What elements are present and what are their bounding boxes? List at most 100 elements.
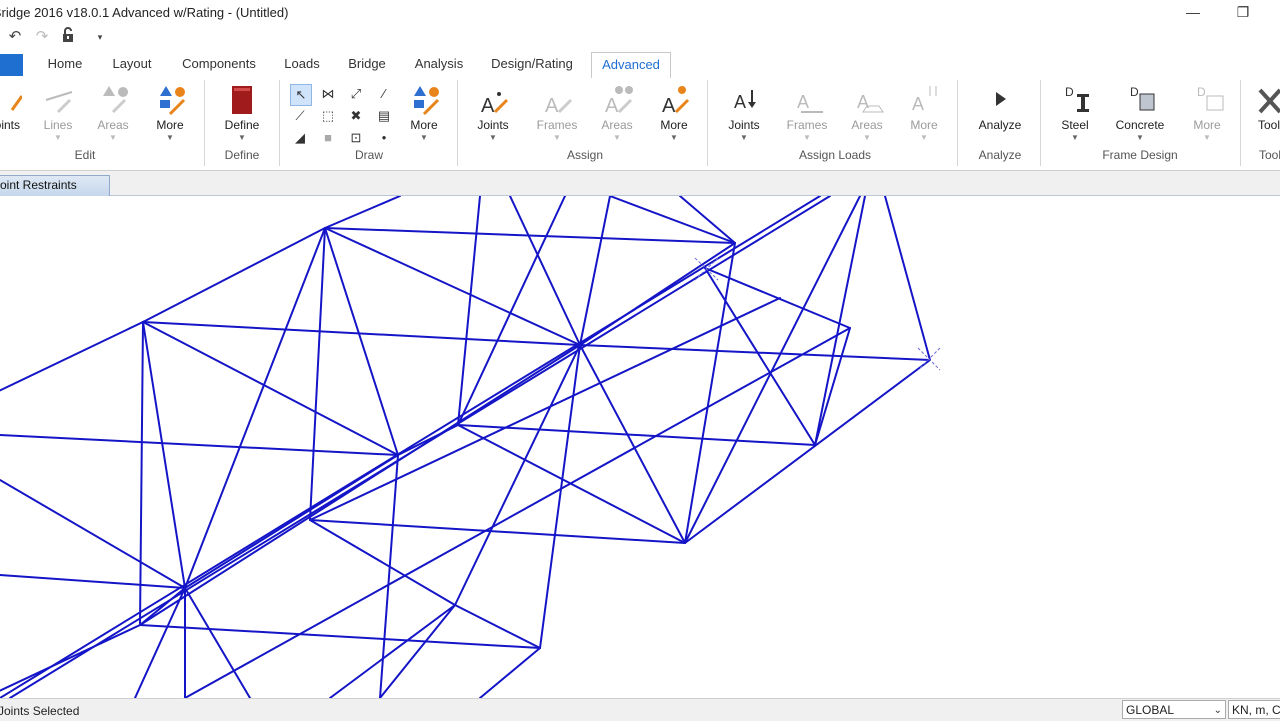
assign-areas-button[interactable]: A Areas ▼ (585, 80, 649, 150)
customize-qat-icon[interactable]: ▾ (90, 27, 110, 47)
assign-frames-button[interactable]: A Frames ▼ (525, 80, 589, 150)
draw-point-icon[interactable]: • (374, 128, 394, 148)
define-button[interactable]: Define ▼ (210, 80, 274, 150)
units-select[interactable]: KN, m, C (1228, 700, 1280, 719)
coordinate-system-value: GLOBAL (1126, 703, 1175, 717)
steel-design-button[interactable]: D Steel ▼ (1043, 80, 1107, 150)
group-label-draw: Draw (354, 148, 383, 162)
draw-rect-select-icon[interactable]: ⬚ (318, 106, 338, 126)
joint-load-icon: A (712, 82, 776, 118)
group-label-tools: Tools (1259, 148, 1280, 162)
group-label-assign: Assign (566, 148, 604, 162)
loads-areas-button[interactable]: A Areas ▼ (835, 80, 899, 150)
assign-joints-button[interactable]: A Joints ▼ (461, 80, 525, 150)
group-label-analyze: Analyze (978, 148, 1022, 162)
group-label-frame-design: Frame Design (1102, 148, 1178, 162)
frame-more-icon: D (1175, 82, 1239, 118)
chevron-down-icon: ⌄ (1213, 705, 1222, 716)
draw-more-button[interactable]: More ▼ (392, 80, 456, 150)
wrench-icon (1250, 82, 1280, 118)
group-label-assign-loads: Assign Loads (798, 148, 872, 162)
group-separator (1040, 80, 1041, 166)
svg-text:A: A (605, 95, 619, 117)
group-separator (957, 80, 958, 166)
shapes-pencil-icon (138, 82, 202, 118)
title-bar: iBridge 2016 v18.0.1 Advanced w/Rating -… (0, 0, 1280, 26)
tab-analysis[interactable]: Analysis (410, 52, 468, 78)
loads-frames-button[interactable]: A Frames ▼ (775, 80, 839, 150)
restore-button[interactable]: ❐ (1228, 2, 1258, 22)
assign-area-icon: A (585, 82, 649, 118)
book-icon (210, 82, 274, 118)
tab-home[interactable]: Home (40, 52, 90, 78)
frame-design-more-button[interactable]: D More ▼ (1175, 80, 1239, 150)
more-loads-icon: A (892, 82, 956, 118)
svg-text:A: A (734, 92, 746, 112)
svg-text:D: D (1130, 85, 1139, 99)
steel-beam-icon: D (1043, 82, 1107, 118)
document-tab-strip: Joint Restraints (0, 171, 1280, 196)
concrete-section-icon: D (1108, 82, 1172, 118)
group-separator (707, 80, 708, 166)
svg-text:A: A (662, 95, 676, 117)
concrete-design-button[interactable]: D Concrete ▼ (1108, 80, 1172, 150)
edit-areas-button[interactable]: Areas ▼ (81, 80, 145, 150)
loads-joints-button[interactable]: A Joints ▼ (712, 80, 776, 150)
frame-load-icon: A (775, 82, 839, 118)
svg-text:A: A (912, 94, 924, 114)
truss-model-graphic (0, 196, 941, 698)
draw-frame-icon[interactable]: ⤢ (346, 84, 366, 104)
redo-icon[interactable]: ↷ (32, 27, 52, 47)
assign-joint-icon: A (461, 82, 525, 118)
svg-text:A: A (545, 95, 559, 117)
draw-mesh-icon[interactable]: ⊡ (346, 128, 366, 148)
draw-link-icon[interactable]: ⟋ (290, 106, 310, 126)
status-message: 2 Joints Selected (0, 704, 80, 718)
tab-loads[interactable]: Loads (278, 52, 326, 78)
group-label-define: Define (224, 148, 260, 162)
draw-grid-icon[interactable]: ▤ (374, 106, 394, 126)
group-label-edit: Edit (74, 148, 96, 162)
ribbon-tab-bar: Home Layout Components Loads Bridge Anal… (0, 52, 1280, 80)
coordinate-system-select[interactable]: GLOBAL ⌄ (1122, 700, 1226, 719)
minimize-button[interactable]: — (1178, 2, 1208, 22)
document-tab[interactable]: Joint Restraints (0, 175, 110, 196)
status-bar: 2 Joints Selected GLOBAL ⌄ KN, m, C (0, 698, 1280, 721)
units-value: KN, m, C (1232, 703, 1280, 717)
quick-access-toolbar: ↶ ↷ ▾ (0, 26, 1280, 48)
svg-text:A: A (797, 92, 809, 112)
areas-shapes-icon (81, 82, 145, 118)
assign-frame-icon: A (525, 82, 589, 118)
edit-more-button[interactable]: More ▼ (138, 80, 202, 150)
loads-more-button[interactable]: A More ▼ (892, 80, 956, 150)
select-pointer-icon[interactable]: ↖ (290, 84, 312, 106)
draw-brace-icon[interactable]: ✖ (346, 106, 366, 126)
draw-quad-icon[interactable]: ■ (318, 128, 338, 148)
draw-area-icon[interactable]: ◢ (290, 128, 310, 148)
svg-text:D: D (1197, 85, 1206, 99)
tab-advanced[interactable]: Advanced (591, 52, 671, 80)
tab-design-rating[interactable]: Design/Rating (486, 52, 578, 78)
tab-layout[interactable]: Layout (106, 52, 158, 78)
play-icon (968, 82, 1032, 118)
assign-more-icon: A (642, 82, 706, 118)
undo-icon[interactable]: ↶ (5, 27, 25, 47)
svg-text:A: A (481, 95, 495, 117)
tools-button[interactable]: Tools (1250, 80, 1280, 150)
group-separator (204, 80, 205, 166)
group-separator (1240, 80, 1241, 166)
svg-text:D: D (1065, 85, 1074, 99)
area-load-icon: A (835, 82, 899, 118)
analyze-button[interactable]: Analyze (968, 80, 1032, 150)
ribbon-panel: Joints Lines ▼ Areas ▼ More ▼ Edit Defin… (0, 78, 1280, 171)
assign-more-button[interactable]: A More ▼ (642, 80, 706, 150)
lock-icon[interactable] (58, 27, 78, 47)
window-title: iBridge 2016 v18.0.1 Advanced w/Rating -… (0, 5, 289, 20)
model-view[interactable] (0, 196, 1280, 698)
draw-joint-icon[interactable]: ⋈ (318, 84, 338, 104)
draw-line-icon[interactable]: ∕ (374, 84, 394, 104)
svg-text:A: A (857, 92, 869, 112)
group-separator (279, 80, 280, 166)
tab-components[interactable]: Components (178, 52, 260, 78)
tab-bridge[interactable]: Bridge (342, 52, 392, 78)
